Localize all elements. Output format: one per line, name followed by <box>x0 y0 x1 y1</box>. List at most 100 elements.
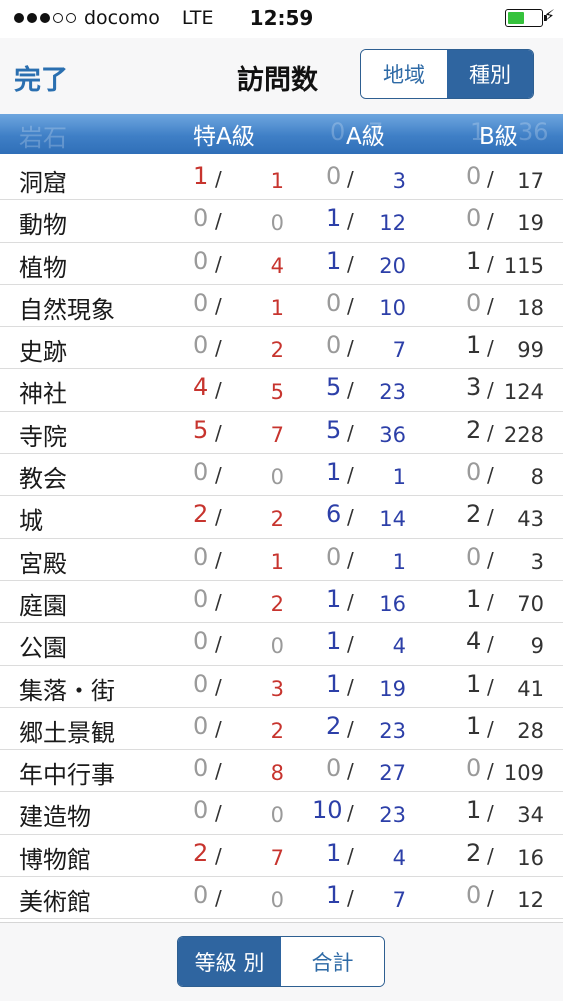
total-count: 124 <box>503 380 544 405</box>
total-count: 70 <box>517 591 544 616</box>
separator-slash: / <box>487 463 494 488</box>
segment-total[interactable]: 合計 <box>281 937 384 986</box>
separator-slash: / <box>215 801 222 826</box>
category-label: 動物 <box>19 211 67 240</box>
category-list: 洞窟 1/1 0/3 0/17 動物 0/0 1/12 0/19 植物 0/4 1/20 1/115 自… <box>0 158 563 920</box>
total-count: 8 <box>530 465 544 490</box>
separator-slash: / <box>215 167 222 191</box>
total-count: 1 <box>270 169 284 193</box>
total-count: 10 <box>379 295 406 320</box>
table-row[interactable]: 動物 0/0 1/12 0/19 <box>0 200 563 243</box>
total-count: 23 <box>379 803 406 828</box>
visited-count: 2 <box>466 500 482 529</box>
separator-slash: / <box>347 167 354 191</box>
separator-slash: / <box>347 674 354 699</box>
total-count: 8 <box>270 761 284 786</box>
separator-slash: / <box>487 336 494 361</box>
table-row[interactable]: 郷土景観 0/2 2/23 1/28 <box>0 708 563 751</box>
visited-count: 6 <box>326 500 342 529</box>
visited-count: 1 <box>326 838 342 867</box>
total-count: 115 <box>503 253 544 278</box>
separator-slash: / <box>347 547 354 572</box>
view-mode-segmented-control: 等級 別 合計 <box>177 936 385 987</box>
visited-count: 0 <box>193 204 209 233</box>
total-count: 99 <box>517 338 544 363</box>
visited-count: 0 <box>193 754 209 783</box>
separator-slash: / <box>347 378 354 403</box>
separator-slash: / <box>215 505 222 530</box>
visited-count: 0 <box>466 458 482 487</box>
visited-count: 0 <box>193 796 209 825</box>
visited-count: 1 <box>466 331 482 360</box>
separator-slash: / <box>215 759 222 784</box>
separator-slash: / <box>347 251 354 276</box>
total-count: 23 <box>379 380 406 405</box>
visited-count: 0 <box>466 162 482 190</box>
column-header-a: A級 <box>346 124 385 150</box>
table-row[interactable]: 史跡 0/2 0/7 1/99 <box>0 327 563 370</box>
total-count: 3 <box>530 549 544 574</box>
table-row[interactable]: 庭園 0/2 1/16 1/70 <box>0 581 563 624</box>
group-by-segmented-control: 地域 種別 <box>360 49 534 99</box>
segment-by-grade[interactable]: 等級 別 <box>178 937 281 986</box>
total-count: 2 <box>270 507 284 532</box>
total-count: 7 <box>392 888 406 913</box>
visited-count: 1 <box>466 669 482 698</box>
separator-slash: / <box>487 420 494 445</box>
segment-type[interactable]: 種別 <box>447 50 533 98</box>
total-count: 18 <box>517 295 544 320</box>
table-row[interactable]: 植物 0/4 1/20 1/115 <box>0 243 563 285</box>
table-row[interactable]: 自然現象 0/1 0/10 0/18 <box>0 285 563 328</box>
page-title: 訪問数 <box>237 65 318 96</box>
total-count: 41 <box>517 676 544 701</box>
table-row[interactable]: 洞窟 1/1 0/3 0/17 <box>0 158 563 201</box>
visited-count: 0 <box>326 162 342 190</box>
table-row[interactable]: 宮殿 0/1 0/1 0/3 <box>0 539 563 581</box>
separator-slash: / <box>487 843 494 868</box>
table-row[interactable]: 集落・街 0/3 1/19 1/41 <box>0 666 563 708</box>
total-count: 19 <box>379 676 406 701</box>
visited-count: 0 <box>193 627 209 656</box>
total-count: 17 <box>517 169 544 193</box>
total-count: 19 <box>517 211 544 236</box>
total-count: 27 <box>379 761 406 786</box>
visited-count: 0 <box>193 288 209 317</box>
separator-slash: / <box>215 251 222 276</box>
visited-count: 0 <box>193 669 209 698</box>
table-row[interactable]: 建造物 0/0 10/23 1/34 <box>0 792 563 835</box>
visited-count: 0 <box>193 246 209 275</box>
table-row[interactable]: 教会 0/0 1/1 0/8 <box>0 454 563 497</box>
category-label: 宮殿 <box>19 549 67 578</box>
table-row[interactable]: 神社 4/5 5/23 3/124 <box>0 369 563 412</box>
table-row[interactable]: 美術館 0/0 1/7 0/12 <box>0 877 563 920</box>
total-count: 1 <box>392 465 406 490</box>
category-label: 博物館 <box>19 845 91 874</box>
total-count: 20 <box>379 253 406 278</box>
visited-count: 2 <box>193 500 209 529</box>
visited-count: 5 <box>326 415 342 444</box>
category-label: 植物 <box>19 253 67 282</box>
separator-slash: / <box>347 716 354 741</box>
table-row[interactable]: 寺院 5/7 5/36 2/228 <box>0 412 563 455</box>
table-row[interactable]: 年中行事 0/8 0/27 0/109 <box>0 750 563 793</box>
total-count: 16 <box>517 845 544 870</box>
done-button[interactable]: 完了 <box>14 58 68 97</box>
separator-slash: / <box>347 463 354 488</box>
visited-count: 0 <box>466 881 482 910</box>
battery-icon <box>505 9 547 27</box>
visited-count: 3 <box>466 373 482 402</box>
table-row[interactable]: 城 2/2 6/14 2/43 <box>0 496 563 539</box>
table-row[interactable]: 公園 0/0 1/4 4/9 <box>0 623 563 666</box>
segment-region[interactable]: 地域 <box>361 50 447 98</box>
separator-slash: / <box>347 209 354 234</box>
visited-count: 1 <box>466 584 482 613</box>
separator-slash: / <box>487 167 494 191</box>
category-label: 城 <box>19 507 43 536</box>
table-row[interactable]: 博物館 2/7 1/4 2/16 <box>0 835 563 878</box>
category-label: 史跡 <box>19 338 67 367</box>
separator-slash: / <box>347 843 354 868</box>
total-count: 5 <box>270 380 284 405</box>
separator-slash: / <box>215 463 222 488</box>
category-label: 郷土景観 <box>19 718 115 747</box>
total-count: 0 <box>270 803 284 828</box>
